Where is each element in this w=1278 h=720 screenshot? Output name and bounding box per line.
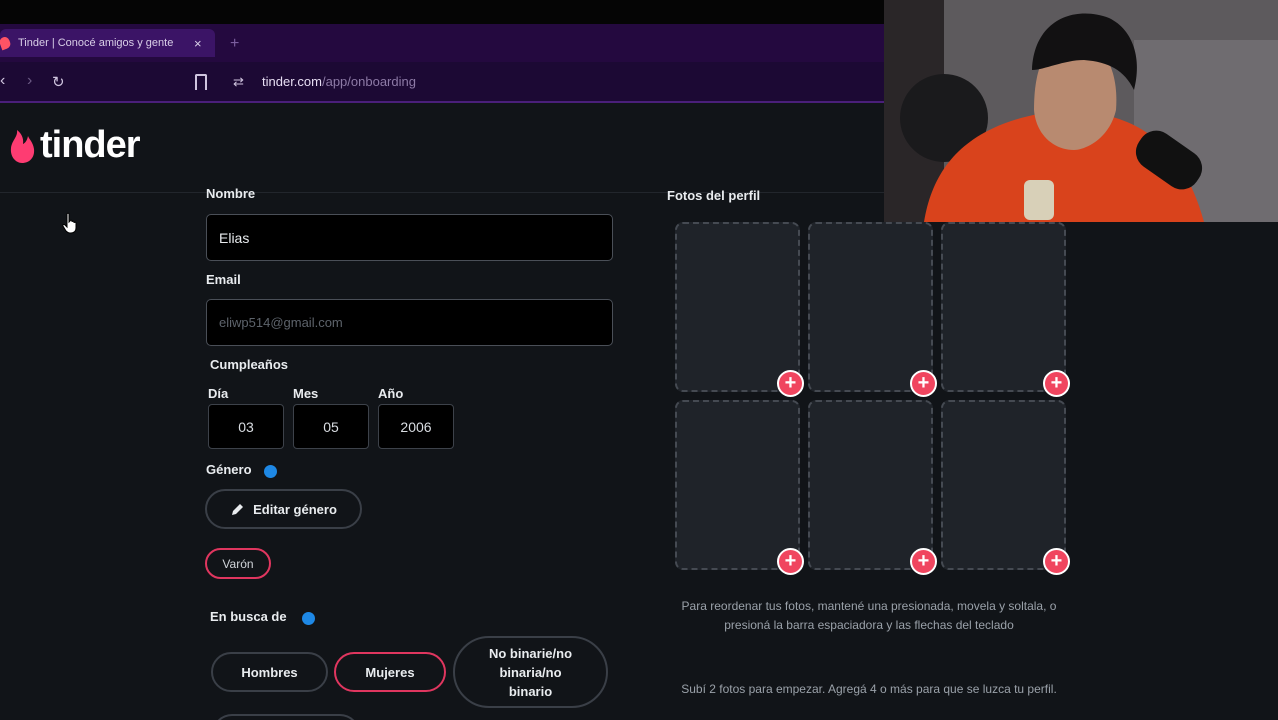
- email-label: Email: [206, 272, 241, 287]
- seeking-option-mujeres[interactable]: Mujeres: [334, 652, 446, 692]
- tab-title: Tinder | Conocé amigos y gente: [18, 37, 174, 49]
- day-input[interactable]: 03: [208, 404, 284, 449]
- photos-upload-hint: Subí 2 fotos para empezar. Agregá 4 o má…: [681, 682, 1057, 696]
- month-label: Mes: [293, 386, 319, 401]
- seeking-option-hombres[interactable]: Hombres: [211, 652, 328, 692]
- year-input[interactable]: 2006: [378, 404, 454, 449]
- url-host: tinder.com: [262, 74, 322, 89]
- day-label: Día: [208, 386, 229, 401]
- photo-slot[interactable]: [675, 222, 800, 392]
- add-photo-plus-icon[interactable]: +: [1043, 370, 1070, 397]
- close-tab-icon[interactable]: ×: [194, 36, 202, 51]
- logo-text: tinder: [40, 124, 141, 166]
- forward-icon[interactable]: ›: [27, 72, 32, 90]
- add-photo-plus-icon[interactable]: +: [777, 370, 804, 397]
- webcam-overlay: [884, 0, 1278, 222]
- screen: Tinder | Conocé amigos y gente × + ‹ › ↻…: [0, 0, 1278, 720]
- edit-gender-label: Editar género: [253, 501, 337, 517]
- tinder-logo[interactable]: tinder: [8, 124, 141, 167]
- gender-chip[interactable]: Varón: [205, 548, 271, 579]
- gender-label: Género: [206, 462, 252, 477]
- tab-tinder[interactable]: Tinder | Conocé amigos y gente ×: [0, 29, 215, 57]
- seeking-option-more[interactable]: [212, 714, 360, 720]
- photo-slot[interactable]: [941, 222, 1066, 392]
- name-input[interactable]: Elias: [206, 214, 613, 261]
- url-path: /app/onboarding: [321, 74, 416, 89]
- add-photo-plus-icon[interactable]: +: [1043, 548, 1070, 575]
- cursor-icon: [62, 212, 77, 234]
- new-tab-button[interactable]: +: [230, 35, 239, 53]
- seeking-info-icon[interactable]: [302, 612, 315, 625]
- tinder-flame-icon: [10, 129, 35, 163]
- name-label: Nombre: [206, 186, 256, 201]
- email-input[interactable]: eliwp514@gmail.com: [206, 299, 613, 346]
- seeking-option-no-binarie[interactable]: No binarie/no binaria/no binario: [453, 636, 608, 708]
- year-label: Año: [378, 386, 404, 401]
- tinder-favicon-icon: [0, 35, 12, 51]
- back-icon[interactable]: ‹: [0, 72, 5, 90]
- photos-title: Fotos del perfil: [667, 188, 761, 203]
- webcam-image: [884, 0, 1278, 222]
- gender-info-icon[interactable]: [264, 465, 277, 478]
- tab-bar: Tinder | Conocé amigos y gente × +: [0, 24, 884, 62]
- photo-slot[interactable]: [675, 400, 800, 570]
- pencil-icon: [232, 503, 244, 515]
- edit-gender-button[interactable]: Editar género: [205, 489, 362, 529]
- add-photo-plus-icon[interactable]: +: [777, 548, 804, 575]
- photo-slot[interactable]: [941, 400, 1066, 570]
- birthday-label: Cumpleaños: [210, 357, 289, 372]
- window-top-strip: [0, 0, 884, 24]
- photo-slot[interactable]: [808, 400, 933, 570]
- address-bar[interactable]: tinder.com/app/onboarding: [262, 74, 416, 89]
- photos-reorder-hint: Para reordenar tus fotos, mantené una pr…: [681, 599, 1057, 632]
- browser-toolbar: ‹ › ↻ ⇄ tinder.com/app/onboarding: [0, 62, 884, 102]
- site-info-icon[interactable]: ⇄: [233, 74, 244, 90]
- reload-icon[interactable]: ↻: [52, 73, 65, 91]
- photo-slot[interactable]: [808, 222, 933, 392]
- month-input[interactable]: 05: [293, 404, 369, 449]
- toolbar-border: [0, 101, 884, 103]
- add-photo-plus-icon[interactable]: +: [910, 370, 937, 397]
- seeking-label: En busca de: [210, 609, 287, 624]
- bookmark-icon[interactable]: [195, 74, 207, 94]
- add-photo-plus-icon[interactable]: +: [910, 548, 937, 575]
